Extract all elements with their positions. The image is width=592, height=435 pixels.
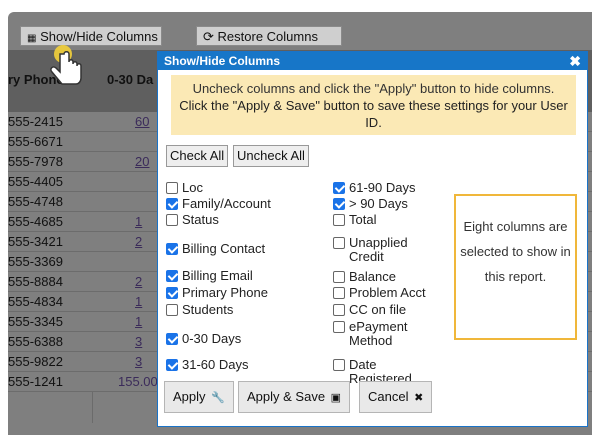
column-checkbox-label[interactable]: CC on file — [349, 303, 406, 317]
apply-button[interactable]: Apply 🔧 — [164, 381, 234, 413]
amount-link[interactable]: 1 — [135, 212, 157, 231]
phone-cell: 555-3369 — [8, 254, 63, 269]
column-header-0-30-days[interactable]: 0-30 Da — [107, 72, 153, 87]
column-checkbox[interactable] — [166, 182, 178, 194]
column-checkbox[interactable] — [333, 182, 345, 194]
amount-link[interactable]: 2 — [135, 272, 157, 291]
amount-link[interactable]: 3 — [135, 332, 157, 351]
apply-and-save-label: Apply & Save — [247, 389, 326, 404]
column-checkbox-label[interactable]: Problem Acct — [349, 286, 426, 300]
column-checkbox-label[interactable]: ePayment Method — [349, 320, 429, 348]
phone-cell: 555-6388 — [8, 334, 63, 349]
column-checkbox-label[interactable]: 0-30 Days — [182, 332, 241, 346]
column-checkbox[interactable] — [333, 198, 345, 210]
column-checkbox[interactable] — [166, 333, 178, 345]
column-checkbox[interactable] — [333, 271, 345, 283]
phone-cell: 555-6671 — [8, 134, 63, 149]
hand-pointer-icon — [50, 45, 82, 85]
column-checkbox[interactable] — [333, 321, 345, 333]
dialog-title: Show/Hide Columns — [158, 52, 587, 70]
columns-icon: ▦ — [27, 33, 37, 44]
column-checkbox[interactable] — [333, 304, 345, 316]
phone-cell: 555-4405 — [8, 174, 63, 189]
phone-cell: 555-8884 — [8, 274, 63, 289]
show-hide-columns-button[interactable]: ▦ Show/Hide Columns — [20, 26, 162, 46]
column-checkbox[interactable] — [333, 359, 345, 371]
column-checkbox[interactable] — [166, 270, 178, 282]
phone-cell: 555-7978 — [8, 154, 63, 169]
close-icon[interactable]: ✖ — [569, 52, 581, 70]
show-hide-columns-dialog: Show/Hide Columns ✖ Uncheck columns and … — [157, 51, 588, 427]
restore-columns-button[interactable]: ⟳ Restore Columns — [196, 26, 342, 46]
column-checkbox-label[interactable]: > 90 Days — [349, 197, 408, 211]
column-checkbox-label[interactable]: 31-60 Days — [182, 358, 248, 372]
column-checkbox[interactable] — [166, 243, 178, 255]
column-checkbox[interactable] — [166, 304, 178, 316]
phone-cell: 555-4685 — [8, 214, 63, 229]
column-checkbox-label[interactable]: Billing Email — [182, 269, 253, 283]
cancel-button[interactable]: Cancel ✖ — [359, 381, 433, 413]
instructions-note: Uncheck columns and click the "Apply" bu… — [171, 75, 576, 135]
phone-cell: 555-3345 — [8, 314, 63, 329]
phone-cell: 555-4748 — [8, 194, 63, 209]
column-checkbox[interactable] — [333, 214, 345, 226]
instructions-line-1: Uncheck columns and click the "Apply" bu… — [192, 81, 555, 96]
column-checkbox-label[interactable]: Loc — [182, 181, 203, 195]
column-checkbox[interactable] — [166, 198, 178, 210]
column-checkbox[interactable] — [166, 359, 178, 371]
amount-link[interactable]: 20 — [135, 152, 157, 171]
column-checkbox[interactable] — [333, 237, 345, 249]
column-checkbox[interactable] — [166, 287, 178, 299]
column-checkbox-label[interactable]: Balance — [349, 270, 396, 284]
uncheck-all-button[interactable]: Uncheck All — [233, 145, 309, 167]
restore-icon: ⟳ — [203, 29, 214, 44]
phone-cell: 555-9822 — [8, 354, 63, 369]
amount-link[interactable]: 1 — [135, 312, 157, 331]
phone-cell: 555-3421 — [8, 234, 63, 249]
close-x-icon: ✖ — [414, 392, 424, 404]
amount-link[interactable]: 60 — [135, 112, 157, 131]
cancel-label: Cancel — [368, 389, 409, 404]
restore-columns-label: Restore Columns — [217, 29, 318, 44]
apply-label: Apply — [173, 389, 206, 404]
amount-link[interactable]: 3 — [135, 352, 157, 371]
amount-link[interactable]: 1 — [135, 292, 157, 311]
phone-cell: 555-2415 — [8, 114, 63, 129]
check-all-button[interactable]: Check All — [166, 145, 229, 167]
instructions-line-2: Click the "Apply & Save" button to save … — [179, 98, 568, 130]
column-checkbox-label[interactable]: Status — [182, 213, 219, 227]
column-checkbox-label[interactable]: 61-90 Days — [349, 181, 415, 195]
show-hide-columns-label: Show/Hide Columns — [40, 29, 158, 44]
column-checkbox-label[interactable]: Unapplied Credit — [349, 236, 429, 264]
column-checkbox[interactable] — [333, 287, 345, 299]
amount-link[interactable]: 2 — [135, 232, 157, 251]
phone-cell: 555-1241 — [8, 374, 63, 389]
save-icon: ▣ — [330, 392, 342, 404]
column-checkbox[interactable] — [166, 214, 178, 226]
column-checkbox-label[interactable]: Family/Account — [182, 197, 271, 211]
column-checkbox-label[interactable]: Billing Contact — [182, 242, 265, 256]
wrench-icon: 🔧 — [211, 392, 225, 404]
column-checkbox-label[interactable]: Students — [182, 303, 233, 317]
phone-cell: 555-4834 — [8, 294, 63, 309]
column-checkbox-label[interactable]: Primary Phone — [182, 286, 268, 300]
column-checkbox-label[interactable]: Total — [349, 213, 376, 227]
selection-info-box: Eight columns are selected to show in th… — [454, 194, 577, 340]
apply-and-save-button[interactable]: Apply & Save ▣ — [238, 381, 351, 413]
